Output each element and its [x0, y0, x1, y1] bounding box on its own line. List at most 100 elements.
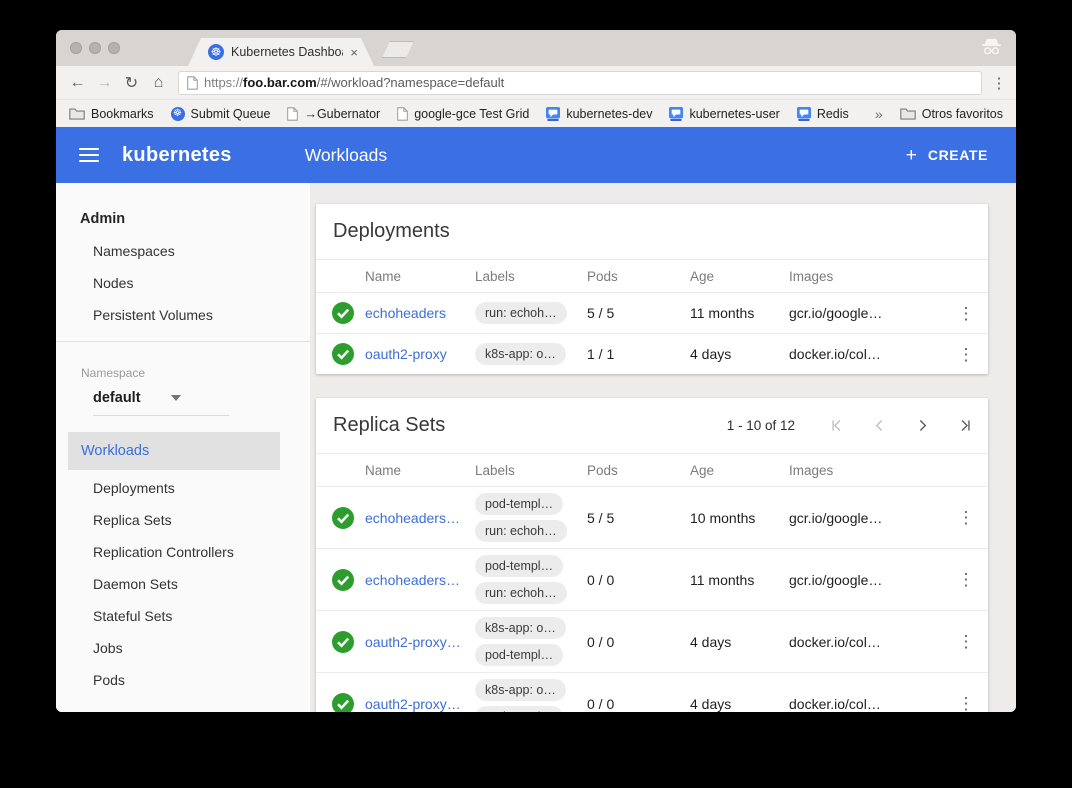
- previous-page-icon[interactable]: [872, 418, 887, 433]
- bookmark-redis[interactable]: Redis: [797, 107, 849, 121]
- url-host: foo.bar.com: [243, 75, 317, 90]
- row-menu-icon[interactable]: ⋮: [958, 571, 975, 588]
- age-cell: 4 days: [690, 346, 789, 362]
- bookmark-otros-favoritos-folder[interactable]: Otros favoritos: [900, 107, 1003, 121]
- images-cell: gcr.io/google…: [789, 572, 944, 588]
- desktop-background: ☸ Kubernetes Dashboard × ← → ↻ ⌂: [0, 0, 1072, 788]
- bookmarks-overflow-icon[interactable]: »: [875, 106, 883, 122]
- kubernetes-icon: ☸: [171, 107, 185, 121]
- column-labels: Labels: [475, 269, 587, 284]
- age-cell: 4 days: [690, 634, 789, 650]
- sidebar-item-replication-controllers[interactable]: Replication Controllers: [56, 536, 310, 568]
- home-icon[interactable]: ⌂: [145, 74, 172, 92]
- column-pods: Pods: [587, 269, 690, 284]
- first-page-icon[interactable]: [829, 418, 844, 433]
- bookmark-kubernetes-dev[interactable]: kubernetes-dev: [546, 107, 652, 121]
- label-chip: k8s-app: o…: [475, 343, 566, 365]
- new-tab-button[interactable]: [382, 41, 414, 58]
- sidebar-item-admin[interactable]: Admin: [56, 203, 310, 235]
- bookmark-google-gce-test-grid[interactable]: google-gce Test Grid: [397, 107, 529, 121]
- window-minimize-button[interactable]: [89, 42, 101, 54]
- replica-set-name-link[interactable]: oauth2-proxy…: [365, 696, 475, 712]
- replica-set-name-link[interactable]: echoheaders…: [365, 572, 475, 588]
- images-cell: docker.io/col…: [789, 346, 944, 362]
- page-title: Workloads: [305, 145, 387, 166]
- sidebar-item-persistent-volumes[interactable]: Persistent Volumes: [56, 299, 310, 331]
- sidebar-item-jobs[interactable]: Jobs: [56, 632, 310, 664]
- row-menu-icon[interactable]: ⋮: [958, 305, 975, 322]
- next-page-icon[interactable]: [915, 418, 930, 433]
- bookmark-gubernator[interactable]: →Gubernator: [287, 107, 380, 121]
- deployment-name-link[interactable]: echoheaders: [365, 305, 475, 321]
- reload-icon[interactable]: ↻: [118, 73, 145, 93]
- replica-set-name-link[interactable]: echoheaders…: [365, 510, 475, 526]
- status-ok-icon: [332, 507, 365, 529]
- url-path: /#/workload?namespace=default: [317, 75, 505, 90]
- sidebar-item-daemon-sets[interactable]: Daemon Sets: [56, 568, 310, 600]
- browser-tab-bar: ☸ Kubernetes Dashboard ×: [56, 30, 1016, 66]
- groups-icon: [669, 107, 683, 121]
- sidebar-item-pods[interactable]: Pods: [56, 664, 310, 696]
- content-area: Deployments Name Labels Pods Age Images: [310, 183, 1016, 712]
- folder-icon: [900, 107, 916, 120]
- namespace-select[interactable]: default: [93, 390, 310, 406]
- label-chip: pod-templ…: [475, 493, 563, 515]
- label-chip: pod-templ…: [475, 644, 563, 666]
- browser-tab[interactable]: ☸ Kubernetes Dashboard ×: [188, 38, 374, 66]
- table-row: echoheaders run: echoh… 5 / 5 11 months …: [316, 293, 988, 334]
- url-text: https://foo.bar.com/#/workload?namespace…: [204, 75, 504, 90]
- deployments-table-header: Name Labels Pods Age Images: [316, 259, 988, 293]
- browser-menu-icon[interactable]: ⋮: [990, 74, 1008, 92]
- column-name: Name: [365, 269, 475, 284]
- bookmark-submit-queue[interactable]: ☸ Submit Queue: [171, 107, 271, 121]
- label-chip: pod-templ…: [475, 555, 563, 577]
- page-icon: [187, 76, 198, 90]
- status-ok-icon: [332, 302, 365, 324]
- last-page-icon[interactable]: [958, 418, 973, 433]
- replica-set-name-link[interactable]: oauth2-proxy…: [365, 634, 475, 650]
- images-cell: docker.io/col…: [789, 634, 944, 650]
- sidebar-item-replica-sets[interactable]: Replica Sets: [56, 504, 310, 536]
- url-bar[interactable]: https://foo.bar.com/#/workload?namespace…: [178, 71, 982, 95]
- pods-cell: 0 / 0: [587, 634, 690, 650]
- column-age: Age: [690, 269, 789, 284]
- age-cell: 11 months: [690, 305, 789, 321]
- column-labels: Labels: [475, 463, 587, 478]
- replica-sets-card-title: Replica Sets: [333, 414, 445, 437]
- kubernetes-favicon-icon: ☸: [208, 44, 224, 60]
- deployments-card: Deployments Name Labels Pods Age Images: [316, 204, 988, 374]
- row-menu-icon[interactable]: ⋮: [958, 346, 975, 363]
- sidebar-item-workloads[interactable]: Workloads: [68, 432, 280, 470]
- forward-icon[interactable]: →: [91, 74, 118, 92]
- label-chip: run: echoh…: [475, 520, 567, 542]
- age-cell: 11 months: [690, 572, 789, 588]
- tab-title: Kubernetes Dashboard: [231, 45, 343, 59]
- deployment-name-link[interactable]: oauth2-proxy: [365, 346, 475, 362]
- sidebar-item-nodes[interactable]: Nodes: [56, 267, 310, 299]
- label-chip: run: echoh…: [475, 302, 567, 324]
- row-menu-icon[interactable]: ⋮: [958, 509, 975, 526]
- sidebar-item-stateful-sets[interactable]: Stateful Sets: [56, 600, 310, 632]
- pods-cell: 5 / 5: [587, 305, 690, 321]
- tab-close-icon[interactable]: ×: [350, 45, 358, 60]
- column-images: Images: [789, 269, 944, 284]
- bookmark-bookmarks-folder[interactable]: Bookmarks: [69, 107, 154, 121]
- hamburger-menu-icon[interactable]: [79, 148, 99, 162]
- window-zoom-button[interactable]: [108, 42, 120, 54]
- sidebar-divider: [56, 341, 310, 342]
- back-icon[interactable]: ←: [64, 74, 91, 92]
- namespace-select-underline: [93, 415, 229, 416]
- sidebar-item-namespaces[interactable]: Namespaces: [56, 235, 310, 267]
- row-menu-icon[interactable]: ⋮: [958, 695, 975, 712]
- kubernetes-logo[interactable]: kubernetes: [122, 144, 232, 167]
- age-cell: 10 months: [690, 510, 789, 526]
- create-button[interactable]: + CREATE: [906, 146, 988, 165]
- bookmark-kubernetes-user[interactable]: kubernetes-user: [669, 107, 779, 121]
- incognito-icon: [980, 37, 1003, 61]
- sidebar-item-deployments[interactable]: Deployments: [56, 472, 310, 504]
- label-chip: k8s-app: o…: [475, 679, 566, 701]
- row-menu-icon[interactable]: ⋮: [958, 633, 975, 650]
- window-close-button[interactable]: [70, 42, 82, 54]
- label-chip: k8s-app: o…: [475, 617, 566, 639]
- status-ok-icon: [332, 631, 365, 653]
